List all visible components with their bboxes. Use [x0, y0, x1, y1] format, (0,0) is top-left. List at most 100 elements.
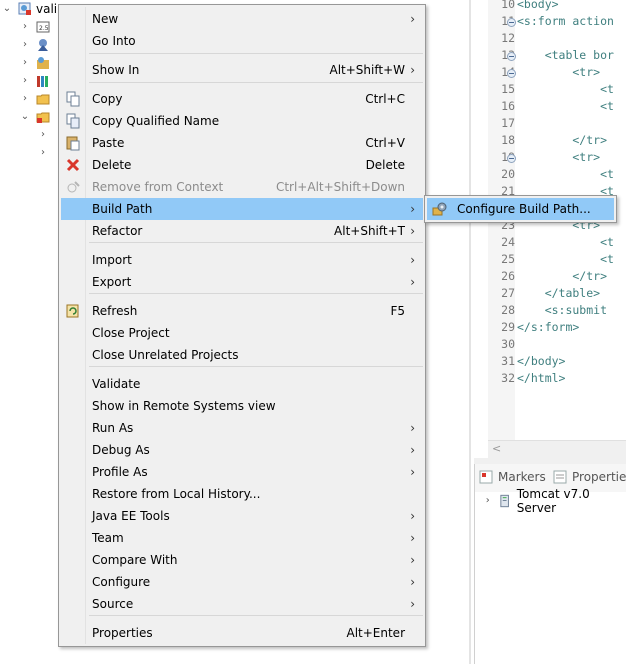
menu-item-profile-as[interactable]: Profile As › [61, 461, 423, 483]
submenu-arrow-icon: › [410, 553, 415, 567]
configure-build-path-icon [432, 202, 447, 216]
tree-node[interactable]: › [20, 90, 50, 108]
project-name[interactable]: vali [36, 2, 57, 16]
code-text: <tr> [517, 150, 601, 164]
menu-item-show-in[interactable]: Show In Alt+Shift+W › [61, 59, 423, 81]
menu-item-remove-from-context: Remove from Context Ctrl+Alt+Shift+Down [61, 176, 423, 198]
web-project-icon [18, 2, 31, 15]
code-text: <t [517, 82, 614, 96]
resources-icon [38, 39, 48, 51]
menu-item-export[interactable]: Export › [61, 271, 423, 293]
menu-item-delete[interactable]: Delete Delete [61, 154, 423, 176]
menu-item-restore-from-local-history[interactable]: Restore from Local History... [61, 483, 423, 505]
tab-properties[interactable]: Properties [553, 470, 626, 484]
menu-item-debug-as[interactable]: Debug As › [61, 439, 423, 461]
tree-node[interactable]: › [20, 36, 50, 54]
submenu-arrow-icon: › [410, 509, 415, 523]
menu-item-team[interactable]: Team › [61, 527, 423, 549]
submenu-arrow-icon: › [410, 224, 415, 238]
menu-item-copy[interactable]: Copy Ctrl+C [61, 88, 423, 110]
menu-item-label: Team [92, 531, 124, 545]
line-number: 10 [501, 0, 515, 11]
line-number: 27 [501, 286, 515, 300]
webcontent-folder-icon [36, 112, 50, 123]
horizontal-scrollbar[interactable]: < [488, 440, 626, 459]
fold-toggle-icon[interactable] [507, 18, 516, 27]
menu-item-close-project[interactable]: Close Project [61, 322, 423, 344]
code-text: <table bor [517, 48, 614, 62]
code-text: <t [517, 99, 614, 113]
fold-toggle-icon[interactable] [507, 154, 516, 163]
expand-arrow-icon[interactable]: ⌄ [2, 4, 12, 14]
copy-qualified-name-icon [66, 113, 80, 129]
menu-item-new[interactable]: New › [61, 8, 423, 30]
menu-item-configure[interactable]: Configure › [61, 571, 423, 593]
collapse-arrow-icon[interactable]: › [20, 22, 30, 32]
paste-icon [66, 136, 80, 151]
menu-item-label: Validate [92, 377, 141, 391]
menu-separator [89, 293, 423, 294]
tree-node[interactable]: › [20, 54, 50, 72]
refresh-icon [66, 304, 79, 318]
menu-item-paste[interactable]: Paste Ctrl+V [61, 132, 423, 154]
view-divider[interactable] [469, 0, 471, 664]
code-text: <t [517, 235, 614, 249]
expand-arrow-icon[interactable]: ⌄ [20, 112, 30, 122]
code-text: </body> [517, 354, 566, 368]
scroll-left-arrow[interactable]: < [492, 442, 501, 455]
fold-toggle-icon[interactable] [507, 69, 516, 78]
line-number: 28 [501, 303, 515, 317]
menu-item-refactor[interactable]: Refactor Alt+Shift+T › [61, 220, 423, 242]
collapse-arrow-icon[interactable]: › [38, 148, 48, 158]
submenu-arrow-icon: › [410, 253, 415, 267]
menu-item-run-as[interactable]: Run As › [61, 417, 423, 439]
menu-item-shortcut: Ctrl+C [365, 92, 405, 106]
tree-node[interactable]: ⌄ [20, 108, 50, 126]
menu-item-label: Copy Qualified Name [92, 114, 220, 128]
collapse-arrow-icon[interactable]: › [20, 94, 30, 104]
menu-item-properties[interactable]: Properties Alt+Enter [61, 622, 423, 644]
menu-item-validate[interactable]: Validate [61, 373, 423, 395]
context-menu: New › Go Into Show In Alt+Shift+W › Copy Ctrl+C… [58, 4, 426, 647]
menu-item-show-in-remote-systems-view[interactable]: Show in Remote Systems view [61, 395, 423, 417]
menu-item-label: Run As [92, 421, 134, 435]
tree-node[interactable]: › 2.5 [20, 18, 50, 36]
collapse-arrow-icon[interactable]: › [20, 58, 30, 68]
menu-item-build-path[interactable]: Build Path › [61, 198, 423, 220]
menu-item-java-ee-tools[interactable]: Java EE Tools › [61, 505, 423, 527]
server-entry[interactable]: › Tomcat v7.0 Server [483, 487, 626, 515]
menu-item-label: Show In [92, 63, 140, 77]
tree-root-row[interactable]: ⌄ vali [2, 0, 57, 18]
menu-item-configure-build-path[interactable]: Configure Build Path... [427, 198, 614, 220]
java-resources-icon [37, 57, 49, 69]
tree-node[interactable]: › [38, 126, 48, 144]
line-number: 26 [501, 269, 515, 283]
submenu-arrow-icon: › [410, 443, 415, 457]
server-label: Tomcat v7.0 Server [516, 487, 590, 515]
menu-item-label: Source [92, 597, 134, 611]
menu-item-label: Restore from Local History... [92, 487, 261, 501]
menu-item-refresh[interactable]: Refresh F5 [61, 300, 423, 322]
menu-item-go-into[interactable]: Go Into [61, 30, 423, 52]
menu-separator [89, 82, 423, 83]
menu-item-label: Remove from Context [92, 180, 224, 194]
delete-icon [66, 158, 80, 172]
tree-node[interactable]: › [20, 72, 50, 90]
menu-item-copy-qualified-name[interactable]: Copy Qualified Name [61, 110, 423, 132]
code-editor[interactable]: 10<body>11<s:form action1213 <table bor1… [488, 0, 626, 459]
collapse-arrow-icon[interactable]: › [483, 496, 492, 506]
menu-item-import[interactable]: Import › [61, 249, 423, 271]
menu-item-label: Java EE Tools [92, 509, 170, 523]
menu-item-compare-with[interactable]: Compare With › [61, 549, 423, 571]
menu-item-shortcut: Alt+Enter [346, 626, 405, 640]
fold-toggle-icon[interactable] [507, 52, 516, 61]
tab-markers[interactable]: Markers [479, 470, 546, 484]
menu-item-label: Debug As [92, 443, 150, 457]
line-number: 29 [501, 320, 515, 334]
collapse-arrow-icon[interactable]: › [20, 76, 30, 86]
menu-item-source[interactable]: Source › [61, 593, 423, 615]
menu-item-close-unrelated-projects[interactable]: Close Unrelated Projects [61, 344, 423, 366]
collapse-arrow-icon[interactable]: › [38, 130, 48, 140]
collapse-arrow-icon[interactable]: › [20, 40, 30, 50]
tree-node[interactable]: › [38, 144, 48, 162]
